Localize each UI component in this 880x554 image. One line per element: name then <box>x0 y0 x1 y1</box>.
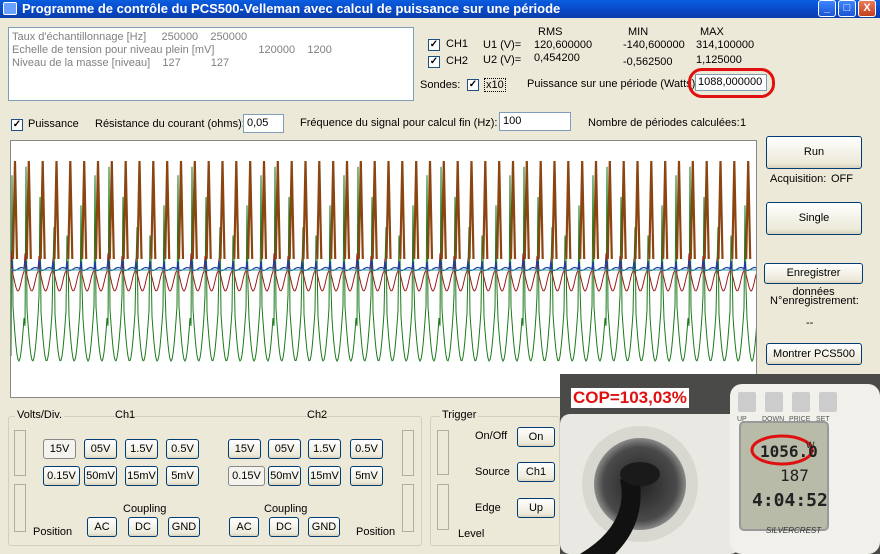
oscilloscope-display <box>10 140 757 398</box>
resistance-label: Résistance du courant (ohms): <box>95 118 245 130</box>
ch1-volt-button[interactable]: 05V <box>84 439 117 459</box>
ch1-group-label: Ch1 <box>115 409 136 421</box>
trigger-edge-button[interactable]: Up <box>517 498 555 518</box>
ch2-volt-button[interactable]: 50mV <box>268 466 301 486</box>
power-label: Puissance sur une période (Watts) <box>527 78 696 90</box>
frequency-input[interactable]: 100 <box>499 112 571 131</box>
u1-min: -140,600000 <box>623 39 685 51</box>
meter-time-readout: 4:04:52 <box>752 490 828 511</box>
meter-volts-readout: 187 <box>780 466 809 485</box>
u2-min: -0,562500 <box>623 56 673 68</box>
window-title: Programme de contrôle du PCS500-Velleman… <box>22 1 561 16</box>
ch1-volt-button[interactable]: 1.5V <box>125 439 158 459</box>
x10-label: x10 <box>484 78 506 92</box>
trigger-level-label: Level <box>458 528 485 540</box>
ch2-checkbox[interactable]: ✓ <box>428 56 440 68</box>
trigger-slider-upper[interactable] <box>437 430 449 475</box>
trigger-legend: Trigger <box>440 409 479 421</box>
ch2-coupling-label: Coupling <box>264 503 308 515</box>
frequency-label: Fréquence du signal pour calcul fin (Hz)… <box>300 117 498 129</box>
power-meter-photo: COP=103,03% UP DOWN PRICE SET 1056.0 W 187 … <box>560 374 880 554</box>
min-header: MIN <box>628 26 649 38</box>
ch1-position-slider[interactable] <box>14 484 26 532</box>
ch1-volts-slider[interactable] <box>14 430 26 476</box>
trigger-level-slider[interactable] <box>437 484 449 530</box>
ch2-volt-button[interactable]: 15V <box>228 439 261 459</box>
ch2-volts-slider[interactable] <box>402 430 414 476</box>
maximize-button[interactable]: □ <box>838 0 856 17</box>
waveform-plot <box>11 160 756 363</box>
ch2-position-label: Position <box>356 526 396 538</box>
acquisition-value: OFF <box>831 173 853 185</box>
single-button[interactable]: Single <box>766 202 862 235</box>
info-row: Niveau de la masse [niveau] 127 127 <box>12 57 230 69</box>
meter-key-labels: UP DOWN PRICE SET <box>737 416 830 423</box>
title-bar: Programme de contrôle du PCS500-Velleman… <box>0 0 880 18</box>
ch1-label: CH1 <box>446 38 469 50</box>
ch1-coupling-gnd[interactable]: GND <box>168 517 200 537</box>
run-button[interactable]: Run <box>766 136 862 169</box>
ch1-volt-button[interactable]: 50mV <box>84 466 117 486</box>
ch1-volt-button[interactable]: 5mV <box>166 466 199 486</box>
trigger-edge-label: Edge <box>475 502 501 514</box>
ch2-coupling-ac[interactable]: AC <box>229 517 259 537</box>
trigger-onoff-button[interactable]: On <box>517 427 555 447</box>
u2-label: U2 (V)= <box>483 54 522 66</box>
info-textbox[interactable]: Taux d'échantillonnage [Hz] 250000 25000… <box>8 27 414 101</box>
u1-rms: 120,600000 <box>534 39 593 51</box>
ch2-volt-button[interactable]: 0.15V <box>228 466 265 486</box>
puissance-label: Puissance <box>28 118 79 130</box>
ch2-coupling-gnd[interactable]: GND <box>308 517 340 537</box>
minimize-button[interactable]: _ <box>818 0 836 17</box>
cop-label: COP=103,03% <box>571 388 689 408</box>
x10-checkbox[interactable]: ✓ <box>467 79 479 91</box>
ch1-coupling-ac[interactable]: AC <box>87 517 117 537</box>
info-row: Echelle de tension pour niveau plein [mV… <box>12 44 332 56</box>
ch2-coupling-dc[interactable]: DC <box>269 517 299 537</box>
trigger-source-label: Source <box>475 466 510 478</box>
periods-label: Nombre de périodes calculées: <box>588 117 740 129</box>
ch2-volt-button[interactable]: 1.5V <box>308 439 341 459</box>
ch2-volt-button[interactable]: 05V <box>268 439 301 459</box>
trigger-onoff-label: On/Off <box>475 430 508 442</box>
ch1-volt-button[interactable]: 15V <box>43 439 76 459</box>
info-row: Taux d'échantillonnage [Hz] 250000 25000… <box>12 31 248 43</box>
periods-value: 1 <box>740 117 747 129</box>
ch1-coupling-label: Coupling <box>123 503 167 515</box>
volts-div-legend: Volts/Div. <box>15 409 65 421</box>
acquisition-label: Acquisition: <box>770 173 827 185</box>
ch1-volt-button[interactable]: 0.5V <box>166 439 199 459</box>
ch2-group-label: Ch2 <box>307 409 328 421</box>
show-pcs500-button[interactable]: Montrer PCS500 <box>766 343 862 365</box>
sondes-label: Sondes: <box>420 79 461 91</box>
rms-header: RMS <box>538 26 563 38</box>
ch1-volt-button[interactable]: 0.15V <box>43 466 80 486</box>
ch1-position-label: Position <box>33 526 73 538</box>
u1-max: 314,100000 <box>696 39 755 51</box>
resistance-input[interactable]: 0,05 <box>243 114 284 133</box>
ch2-volt-button[interactable]: 15mV <box>308 466 341 486</box>
save-data-button[interactable]: Enregistrer données <box>764 263 863 298</box>
ch2-label: CH2 <box>446 55 469 67</box>
puissance-checkbox[interactable]: ✓ <box>11 119 23 131</box>
app-icon <box>3 2 17 15</box>
ch2-position-slider[interactable] <box>402 484 414 532</box>
ch1-coupling-dc[interactable]: DC <box>128 517 158 537</box>
max-header: MAX <box>700 26 724 38</box>
ch2-volt-button[interactable]: 5mV <box>350 466 383 486</box>
record-label: N°enregistrement: <box>770 295 859 307</box>
ch1-checkbox[interactable]: ✓ <box>428 39 440 51</box>
meter-brand: SILVERCREST <box>766 526 822 535</box>
ch2-volt-button[interactable]: 0.5V <box>350 439 383 459</box>
power-highlight <box>688 68 775 98</box>
record-value: -- <box>806 317 814 329</box>
u2-max: 1,125000 <box>696 54 742 66</box>
meter-power-unit: W <box>806 440 815 450</box>
close-button[interactable]: X <box>858 0 876 17</box>
trigger-source-button[interactable]: Ch1 <box>517 462 555 482</box>
u1-label: U1 (V)= <box>483 39 522 51</box>
ch1-volt-button[interactable]: 15mV <box>125 466 158 486</box>
u2-rms: 0,454200 <box>534 52 580 64</box>
